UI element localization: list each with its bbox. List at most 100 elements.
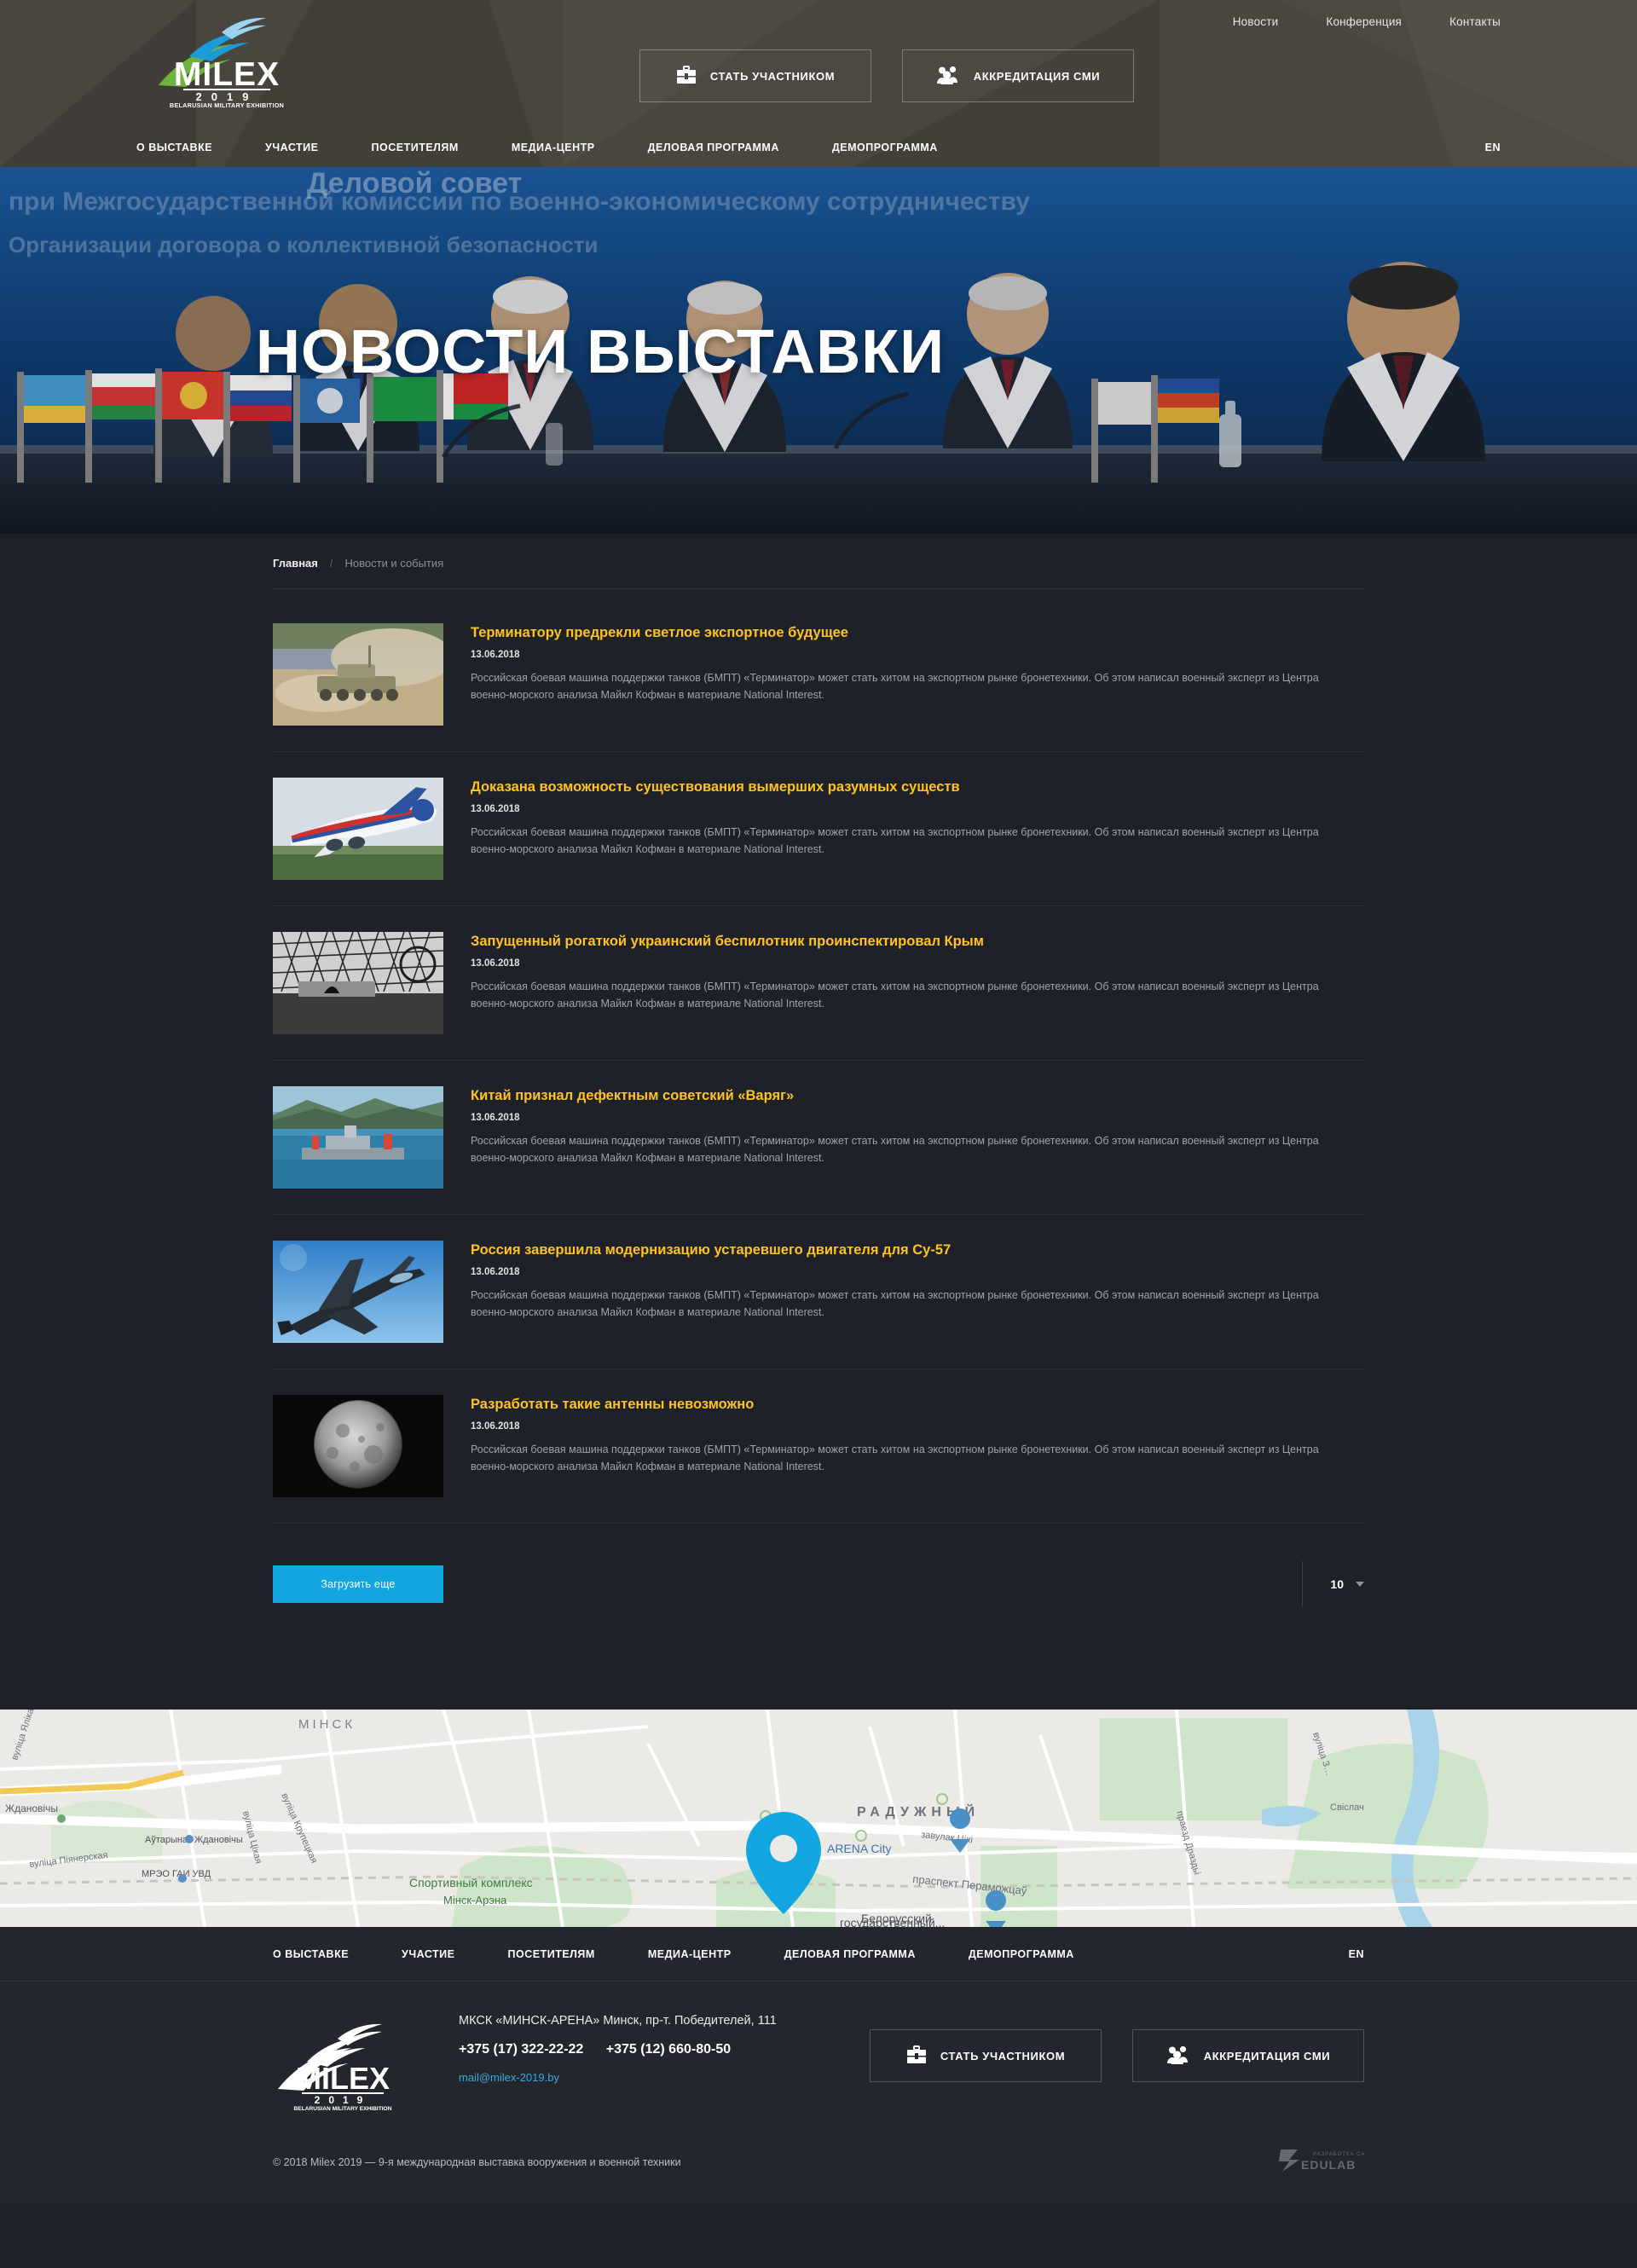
header-cta-row: СТАТЬ УЧАСТНИКОМ АККРЕДИТАЦИЯ СМИ (639, 49, 1134, 102)
news-excerpt: Российская боевая машина поддержки танко… (471, 671, 1319, 702)
news-date: 13.06.2018 (471, 1266, 520, 1277)
news-list-item[interactable]: Доказана возможность существования вымер… (273, 752, 1364, 906)
footer-nav-demo-program[interactable]: ДЕМОПРОГРАММА (969, 1948, 1074, 1960)
svg-text:Аўтарынак Ждановічы: Аўтарынак Ждановічы (145, 1835, 243, 1845)
news-date: 13.06.2018 (471, 1420, 520, 1432)
copyright-text: © 2018 Milex 2019 — 9-я международная вы… (273, 2155, 681, 2168)
briefcase-icon (906, 2045, 927, 2067)
breadcrumb-separator: / (329, 557, 333, 570)
breadcrumb-current: Новости и события (344, 557, 444, 570)
nav-item-media-center[interactable]: МЕДИА-ЦЕНТР (512, 142, 595, 153)
footer-become-participant-button[interactable]: СТАТЬ УЧАСТНИКОМ (870, 2029, 1102, 2082)
news-thumbnail-airliner[interactable] (273, 778, 443, 880)
news-list-item[interactable]: Китай признал дефектным советский «Варяг… (273, 1061, 1364, 1215)
per-page-selector[interactable]: 10 (1302, 1561, 1364, 1607)
nav-item-demo-program[interactable]: ДЕМОПРОГРАММА (832, 142, 938, 153)
footer-navigation: О ВЫСТАВКЕ УЧАСТИЕ ПОСЕТИТЕЛЯМ МЕДИА-ЦЕН… (0, 1927, 1637, 1982)
news-thumbnail-radar[interactable] (273, 932, 443, 1034)
briefcase-icon (676, 65, 697, 87)
news-thumbnail-jet[interactable] (273, 1241, 443, 1343)
svg-text:МРЭО ГАИ УВД: МРЭО ГАИ УВД (142, 1869, 211, 1879)
footer-nav-participation[interactable]: УЧАСТИЕ (402, 1948, 454, 1960)
svg-text:РАЗРАБОТКА САЙТА: РАЗРАБОТКА САЙТА (1313, 2150, 1364, 2157)
footer-phone-2[interactable]: +375 (12) 660-80-50 (606, 2042, 731, 2057)
nav-item-participation[interactable]: УЧАСТИЕ (265, 142, 318, 153)
footer-nav-media-center[interactable]: МЕДИА-ЦЕНТР (648, 1948, 732, 1960)
nav-item-business-program[interactable]: ДЕЛОВАЯ ПРОГРАММА (648, 142, 779, 153)
news-excerpt: Российская боевая машина поддержки танко… (471, 1288, 1319, 1319)
svg-text:BELARUSIAN MILITARY EXHIBITION: BELARUSIAN MILITARY EXHIBITION (170, 101, 284, 107)
footer-contacts: МКСК «МИНСК-АРЕНА» Минск, пр-т. Победите… (459, 2011, 777, 2086)
media-accreditation-label: АККРЕДИТАЦИЯ СМИ (973, 69, 1101, 83)
svg-text:государственный...: государственный... (840, 1916, 945, 1927)
svg-text:Свіслач: Свіслач (1330, 1802, 1364, 1813)
footer-phones: +375 (17) 322-22-22 +375 (12) 660-80-50 (459, 2042, 777, 2057)
hero-banner: при Межгосударственной комиссии по военн… (0, 167, 1637, 534)
news-list-item[interactable]: Россия завершила модернизацию устаревшег… (273, 1215, 1364, 1369)
svg-text:2019: 2019 (315, 2094, 372, 2106)
load-more-button[interactable]: Загрузить еще (273, 1565, 443, 1603)
become-participant-button[interactable]: СТАТЬ УЧАСТНИКОМ (639, 49, 871, 102)
news-title-link[interactable]: Россия завершила модернизацию устаревшег… (471, 1242, 1364, 1259)
breadcrumb-home[interactable]: Главная (273, 557, 318, 570)
footer-phone-1[interactable]: +375 (17) 322-22-22 (459, 2042, 583, 2057)
footer-language-switch[interactable]: EN (1349, 1948, 1364, 1960)
nav-item-about[interactable]: О ВЫСТАВКЕ (136, 142, 212, 153)
footer-nav-business-program[interactable]: ДЕЛОВАЯ ПРОГРАММА (784, 1948, 916, 1960)
svg-text:ARENA City: ARENA City (827, 1842, 891, 1855)
news-date: 13.06.2018 (471, 649, 520, 660)
footer-media-accreditation-label: АККРЕДИТАЦИЯ СМИ (1203, 2049, 1331, 2063)
news-list: Терминатору предрекли светлое экспортное… (273, 589, 1364, 1524)
per-page-value: 10 (1330, 1577, 1344, 1591)
svg-text:Ждановічы: Ждановічы (5, 1802, 58, 1814)
chevron-down-icon (1356, 1582, 1364, 1587)
top-link-news[interactable]: Новости (1233, 15, 1279, 28)
main-navigation: О ВЫСТАВКЕ УЧАСТИЕ ПОСЕТИТЕЛЯМ МЕДИА-ЦЕН… (136, 128, 1501, 167)
news-footer-controls: Загрузить еще 10 (273, 1561, 1364, 1607)
svg-text:BELARUSIAN MILITARY EXHIBITION: BELARUSIAN MILITARY EXHIBITION (294, 2106, 392, 2111)
footer-logo[interactable]: MILEX 2019 BELARUSIAN MILITARY EXHIBITIO… (273, 2016, 409, 2115)
svg-text:MILEX: MILEX (296, 2061, 390, 2096)
svg-text:МІНСК: МІНСК (298, 1717, 356, 1732)
news-excerpt: Российская боевая машина поддержки танко… (471, 1443, 1319, 1473)
news-thumbnail-tank[interactable] (273, 623, 443, 726)
media-accreditation-button[interactable]: АККРЕДИТАЦИЯ СМИ (902, 49, 1134, 102)
news-date: 13.06.2018 (471, 1112, 520, 1123)
become-participant-label: СТАТЬ УЧАСТНИКОМ (709, 69, 836, 83)
location-map[interactable]: РАДУЖНЫЙ ARENA City Спортивный комплекс … (0, 1710, 1637, 1927)
footer-nav-visitors[interactable]: ПОСЕТИТЕЛЯМ (508, 1948, 595, 1960)
top-link-contacts[interactable]: Контакты (1449, 15, 1501, 28)
news-title-link[interactable]: Запущенный рогаткой украинский беспилотн… (471, 934, 1364, 951)
page-title: НОВОСТИ ВЫСТАВКИ (256, 318, 945, 386)
news-list-item[interactable]: Терминатору предрекли светлое экспортное… (273, 598, 1364, 752)
footer-main: MILEX 2019 BELARUSIAN MILITARY EXHIBITIO… (0, 1982, 1637, 2134)
header-top-links: Новости Конференция Контакты (1233, 15, 1501, 28)
news-excerpt: Российская боевая машина поддержки танко… (471, 980, 1319, 1010)
site-footer: О ВЫСТАВКЕ УЧАСТИЕ ПОСЕТИТЕЛЯМ МЕДИА-ЦЕН… (0, 1927, 1637, 2203)
developer-logo[interactable]: РАЗРАБОТКА САЙТА EDULAB (1275, 2146, 1377, 2178)
footer-copyright-row: © 2018 Milex 2019 — 9-я международная вы… (0, 2134, 1637, 2203)
people-icon (936, 66, 960, 87)
footer-become-participant-label: СТАТЬ УЧАСТНИКОМ (940, 2049, 1066, 2063)
site-logo[interactable]: MILEX 2019 BELARUSIAN MILITARY EXHIBITIO… (152, 7, 302, 107)
news-title-link[interactable]: Терминатору предрекли светлое экспортное… (471, 625, 1364, 642)
top-link-conference[interactable]: Конференция (1326, 15, 1402, 28)
news-thumbnail-sphere[interactable] (273, 1395, 443, 1497)
news-list-item[interactable]: Разработать такие антенны невозможно 13.… (273, 1369, 1364, 1524)
svg-text:MILEX: MILEX (174, 56, 280, 93)
svg-text:Спортивный комплекс: Спортивный комплекс (409, 1876, 533, 1889)
news-list-item[interactable]: Запущенный рогаткой украинский беспилотн… (273, 906, 1364, 1061)
news-thumbnail-warship[interactable] (273, 1086, 443, 1189)
news-title-link[interactable]: Разработать такие антенны невозможно (471, 1397, 1364, 1414)
news-title-link[interactable]: Китай признал дефектным советский «Варяг… (471, 1088, 1364, 1105)
nav-item-visitors[interactable]: ПОСЕТИТЕЛЯМ (372, 142, 459, 153)
footer-nav-about[interactable]: О ВЫСТАВКЕ (273, 1948, 349, 1960)
footer-media-accreditation-button[interactable]: АККРЕДИТАЦИЯ СМИ (1132, 2029, 1364, 2082)
site-header: MILEX 2019 BELARUSIAN MILITARY EXHIBITIO… (0, 0, 1637, 167)
news-title-link[interactable]: Доказана возможность существования вымер… (471, 779, 1364, 796)
nav-language-switch[interactable]: EN (1485, 142, 1501, 153)
breadcrumb: Главная / Новости и события (273, 534, 1364, 588)
svg-text:Мінск-Арэна: Мінск-Арэна (443, 1894, 507, 1906)
footer-email-link[interactable]: mail@milex-2019.by (459, 2071, 559, 2084)
footer-address: МКСК «МИНСК-АРЕНА» Минск, пр-т. Победите… (459, 2014, 777, 2028)
